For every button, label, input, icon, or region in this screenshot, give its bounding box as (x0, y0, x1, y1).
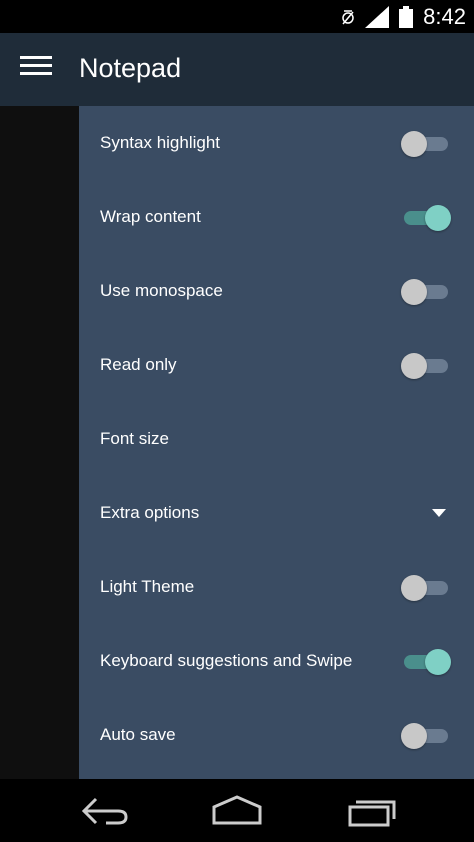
recents-icon[interactable] (340, 793, 400, 829)
read-only-toggle[interactable] (401, 353, 451, 379)
settings-drawer: Syntax highlight Wrap content Use monosp… (79, 106, 474, 779)
setting-read-only[interactable]: Read only (79, 328, 474, 402)
setting-label: Extra options (100, 503, 200, 522)
app-title: Notepad (79, 53, 182, 83)
light-theme-toggle[interactable] (401, 575, 451, 601)
wrap-content-toggle[interactable] (401, 205, 451, 231)
home-icon[interactable] (207, 793, 267, 829)
dropdown-arrow-icon[interactable] (432, 509, 446, 517)
setting-label: Auto save (100, 725, 176, 744)
menu-icon[interactable] (20, 56, 52, 82)
status-bar: 8:42 (0, 0, 474, 33)
setting-light-theme[interactable]: Light Theme (79, 550, 474, 624)
setting-extra-options[interactable]: Extra options (79, 476, 474, 550)
app-bar: Notepad (0, 33, 474, 106)
setting-label: Read only (100, 355, 177, 374)
battery-icon (399, 5, 414, 28)
auto-save-toggle[interactable] (401, 723, 451, 749)
back-icon[interactable] (76, 793, 136, 829)
setting-label: Use monospace (100, 281, 223, 300)
setting-label: Font size (100, 429, 169, 448)
signal-icon (365, 5, 390, 28)
setting-label: Syntax highlight (100, 133, 221, 152)
use-monospace-toggle[interactable] (401, 279, 451, 305)
clock: 8:42 (423, 3, 466, 29)
setting-label: Light Theme (100, 577, 195, 596)
keyboard-suggestions-toggle[interactable] (401, 649, 451, 675)
setting-font-size[interactable]: Font size (79, 402, 474, 476)
setting-use-monospace[interactable]: Use monospace (79, 254, 474, 328)
setting-label: Keyboard suggestions and Swipe (100, 651, 353, 670)
setting-wrap-content[interactable]: Wrap content (79, 180, 474, 254)
syntax-highlight-toggle[interactable] (401, 131, 451, 157)
setting-keyboard-suggestions[interactable]: Keyboard suggestions and Swipe (79, 624, 474, 698)
setting-label: Wrap content (100, 207, 201, 226)
setting-syntax-highlight[interactable]: Syntax highlight (79, 106, 474, 180)
status-icons: 8:42 (341, 0, 466, 33)
alarm-icon (342, 9, 354, 24)
navigation-bar (0, 779, 474, 842)
setting-auto-save[interactable]: Auto save (79, 698, 474, 772)
content-area[interactable] (0, 106, 79, 779)
